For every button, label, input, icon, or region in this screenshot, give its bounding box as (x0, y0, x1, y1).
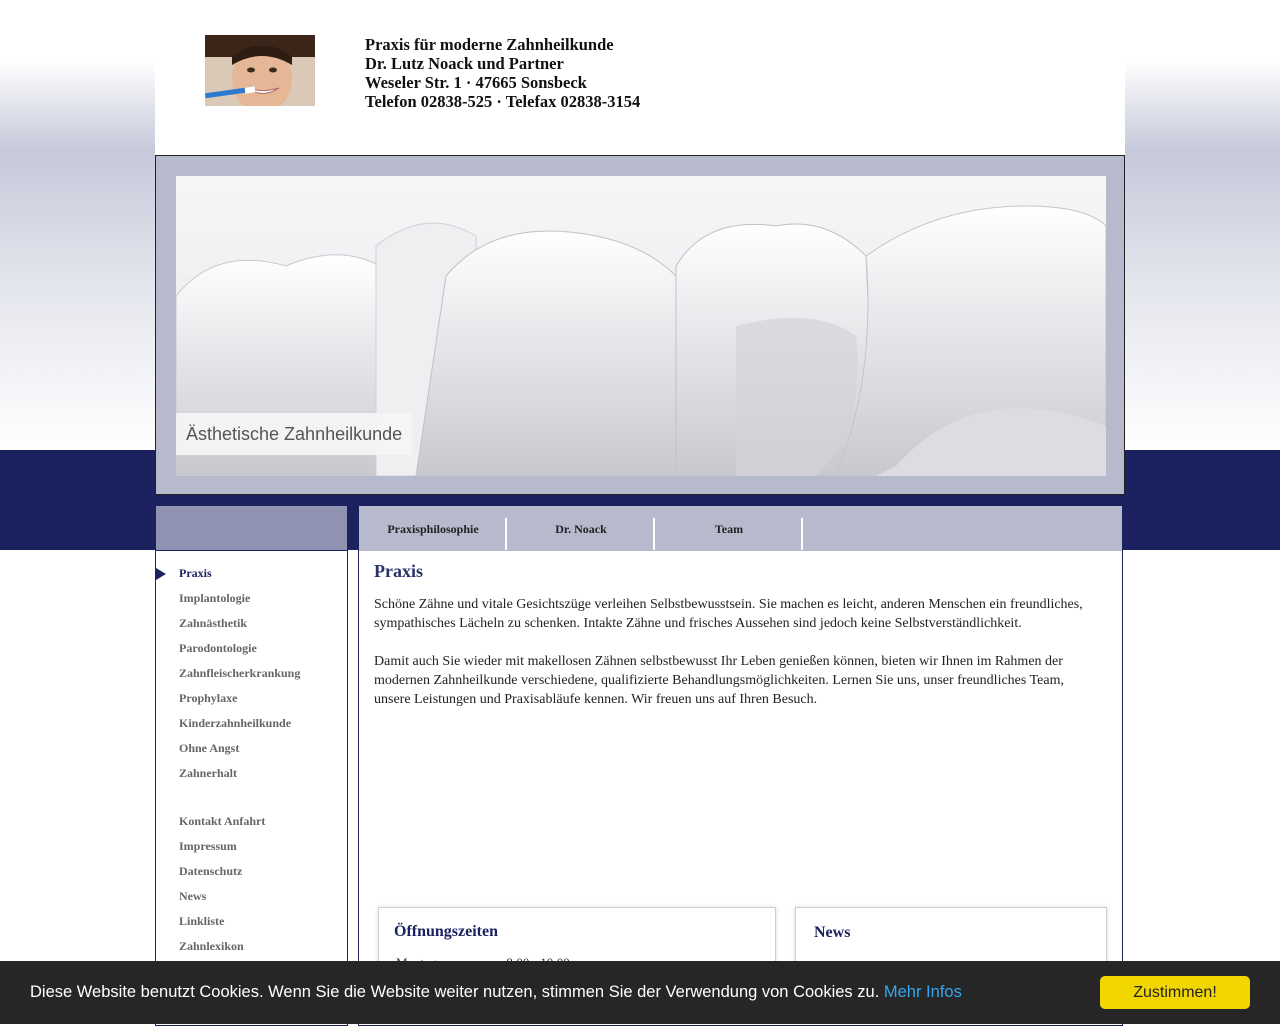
sidebar-item-linkliste[interactable]: Linkliste (156, 909, 347, 934)
intro-paragraph: Schöne Zähne und vitale Gesichtszüge ver… (374, 597, 1083, 631)
page-body: Schöne Zähne und vitale Gesichtszüge ver… (374, 595, 1094, 728)
sidebar-item-implantologie[interactable]: Implantologie (156, 586, 347, 611)
page-title: Praxis (374, 561, 423, 581)
sidebar-item-kontakt-anfahrt[interactable]: Kontakt Anfahrt (156, 809, 347, 834)
sidebar-navigation: Praxis Implantologie Zahnästhetik Parodo… (155, 505, 348, 1026)
sidebar-item-datenschutz[interactable]: Datenschutz (156, 859, 347, 884)
practice-phone: Telefon 02838-525 · Telefax 02838-3154 (365, 92, 641, 111)
hero-image-teeth: Ästhetische Zahnheilkunde (176, 176, 1106, 476)
sidebar-item-kinderzahnheilkunde[interactable]: Kinderzahnheilkunde (156, 711, 347, 736)
sidebar-item-zahnfleischerkrankung[interactable]: Zahnfleischerkrankung (156, 661, 347, 686)
sidebar-menu: Praxis Implantologie Zahnästhetik Parodo… (156, 551, 347, 959)
cookie-message: Diese Website benutzt Cookies. Wenn Sie … (30, 983, 962, 1002)
cookie-text: Diese Website benutzt Cookies. Wenn Sie … (30, 983, 880, 1001)
sidebar-item-zahnaesthetik[interactable]: Zahnästhetik (156, 611, 347, 636)
sidebar-item-parodontologie[interactable]: Parodontologie (156, 636, 347, 661)
sidebar-item-ohne-angst[interactable]: Ohne Angst (156, 736, 347, 761)
practice-name: Dr. Lutz Noack und Partner (365, 54, 564, 73)
practice-address: Weseler Str. 1 · 47665 Sonsbeck (365, 73, 587, 92)
sidebar-item-impressum[interactable]: Impressum (156, 834, 347, 859)
tab-praxisphilosophie[interactable]: Praxisphilosophie (359, 518, 507, 550)
sidebar-item-prophylaxe[interactable]: Prophylaxe (156, 686, 347, 711)
sub-navigation-tabs: Praxisphilosophie Dr. Noack Team (359, 506, 1122, 551)
sidebar-header (156, 506, 347, 551)
header-photo-smiling-child (205, 35, 315, 106)
practice-tagline: Praxis für moderne Zahnheilkunde (365, 35, 614, 54)
tab-team[interactable]: Team (655, 518, 803, 550)
sidebar-item-zahnlexikon[interactable]: Zahnlexikon (156, 934, 347, 959)
hero-caption: Ästhetische Zahnheilkunde (176, 413, 413, 455)
tab-divider (801, 518, 803, 550)
opening-hours-title: Öffnungszeiten (394, 923, 498, 940)
main-content: Praxisphilosophie Dr. Noack Team Praxis … (358, 505, 1123, 1026)
tab-dr-noack[interactable]: Dr. Noack (507, 518, 655, 550)
sidebar-spacer (156, 786, 347, 809)
page-container: Praxis für moderne Zahnheilkunde Dr. Lut… (155, 0, 1125, 1026)
cookie-accept-button[interactable]: Zustimmen! (1100, 976, 1250, 1009)
practice-contact-info: Praxis für moderne Zahnheilkunde Dr. Lut… (365, 35, 640, 111)
sidebar-item-praxis[interactable]: Praxis (156, 561, 347, 586)
site-header: Praxis für moderne Zahnheilkunde Dr. Lut… (155, 0, 1125, 155)
hero-banner: Ästhetische Zahnheilkunde (155, 155, 1125, 495)
active-arrow-icon (156, 568, 166, 580)
news-title: News (814, 924, 851, 941)
sidebar-item-zahnerhalt[interactable]: Zahnerhalt (156, 761, 347, 786)
cookie-consent-bar: Diese Website benutzt Cookies. Wenn Sie … (0, 961, 1280, 1024)
body-paragraph: Damit auch Sie wieder mit makellosen Zäh… (374, 654, 1064, 707)
sidebar-item-news[interactable]: News (156, 884, 347, 909)
cookie-more-info-link[interactable]: Mehr Infos (884, 983, 962, 1001)
sidebar-item-label: Praxis (179, 566, 212, 580)
